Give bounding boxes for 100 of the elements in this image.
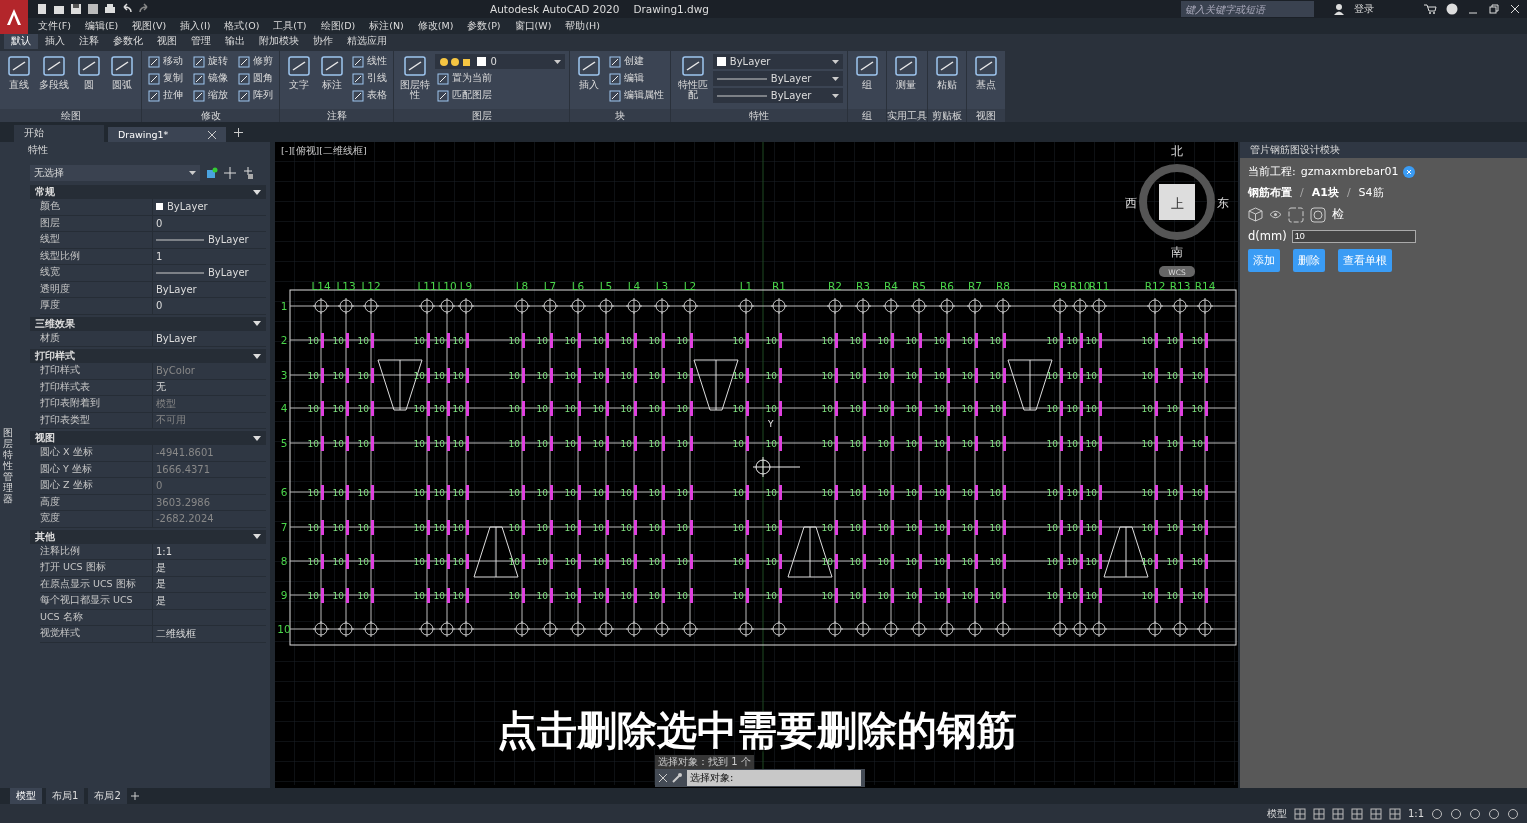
ribbon-tab[interactable]: 参数化 bbox=[106, 34, 150, 49]
rebar-mark[interactable] bbox=[1155, 554, 1158, 569]
panel-title[interactable]: 绘图 bbox=[0, 109, 141, 122]
rebar-mark[interactable] bbox=[550, 401, 553, 416]
rebar-mark[interactable] bbox=[891, 554, 894, 569]
ribbon-tool-button[interactable]: 特性匹配 bbox=[675, 54, 710, 109]
ribbon-tool-button[interactable]: 多段线 bbox=[37, 54, 71, 109]
section-header[interactable]: 其他 bbox=[30, 529, 266, 544]
rebar-mark[interactable] bbox=[1099, 436, 1102, 451]
rebar-mark[interactable] bbox=[522, 333, 525, 348]
property-value[interactable]: ByLayer bbox=[156, 332, 197, 344]
breadcrumb-item[interactable]: S4筋 bbox=[1358, 185, 1384, 200]
property-value[interactable]: 1 bbox=[156, 250, 163, 262]
rebar-mark[interactable] bbox=[863, 588, 866, 603]
rebar-mark[interactable] bbox=[662, 368, 665, 383]
panel-title[interactable]: 特性 bbox=[671, 109, 847, 122]
rebar-mark[interactable] bbox=[891, 485, 894, 500]
rebar-mark[interactable] bbox=[779, 588, 782, 603]
menu-item[interactable]: 格式(O) bbox=[224, 19, 260, 33]
rebar-mark[interactable] bbox=[447, 554, 450, 569]
rebar-mark[interactable] bbox=[919, 588, 922, 603]
frame-icon[interactable] bbox=[1288, 206, 1304, 223]
rebar-mark[interactable] bbox=[919, 485, 922, 500]
cube-icon[interactable] bbox=[1248, 207, 1263, 222]
panel-title[interactable]: 注释 bbox=[280, 109, 393, 122]
panel-title[interactable]: 图层 bbox=[394, 109, 570, 122]
ribbon-tool-button[interactable]: 缩放 bbox=[191, 88, 230, 103]
ribbon-tab[interactable]: 精选应用 bbox=[340, 34, 394, 49]
rebar-mark[interactable] bbox=[1060, 520, 1063, 535]
menu-item[interactable]: 标注(N) bbox=[369, 19, 404, 33]
rebar-mark[interactable] bbox=[447, 588, 450, 603]
close-icon[interactable] bbox=[1403, 165, 1416, 178]
rebar-mark[interactable] bbox=[835, 520, 838, 535]
rebar-mark[interactable] bbox=[662, 401, 665, 416]
rebar-mark[interactable] bbox=[919, 554, 922, 569]
rebar-mark[interactable] bbox=[1099, 554, 1102, 569]
folder-icon[interactable] bbox=[53, 3, 65, 15]
check-label[interactable]: 检 bbox=[1332, 206, 1344, 223]
rebar-mark[interactable] bbox=[662, 485, 665, 500]
rebar-mark[interactable] bbox=[1205, 485, 1208, 500]
rebar-mark[interactable] bbox=[947, 333, 950, 348]
rebar-mark[interactable] bbox=[371, 520, 374, 535]
rebar-mark[interactable] bbox=[947, 401, 950, 416]
cart-icon[interactable] bbox=[1423, 3, 1437, 15]
layout-tab[interactable]: 模型 bbox=[10, 788, 42, 804]
close-icon[interactable] bbox=[208, 130, 217, 139]
rebar-mark[interactable] bbox=[1080, 485, 1083, 500]
rebar-mark[interactable] bbox=[1099, 485, 1102, 500]
rebar-mark[interactable] bbox=[522, 520, 525, 535]
rebar-mark[interactable] bbox=[606, 436, 609, 451]
rebar-mark[interactable] bbox=[550, 368, 553, 383]
rebar-mark[interactable] bbox=[947, 368, 950, 383]
rebar-mark[interactable] bbox=[1060, 554, 1063, 569]
rebar-mark[interactable] bbox=[1155, 436, 1158, 451]
rebar-mark[interactable] bbox=[1180, 588, 1183, 603]
file-tab[interactable]: 开始 bbox=[14, 125, 104, 142]
save-as-icon[interactable] bbox=[87, 3, 99, 15]
rebar-mark[interactable] bbox=[522, 554, 525, 569]
property-value[interactable]: 0 bbox=[156, 300, 163, 312]
rebar-mark[interactable] bbox=[371, 485, 374, 500]
rebar-mark[interactable] bbox=[466, 436, 469, 451]
rebar-mark[interactable] bbox=[606, 554, 609, 569]
rebar-mark[interactable] bbox=[835, 485, 838, 500]
rebar-mark[interactable] bbox=[606, 520, 609, 535]
rebar-mark[interactable] bbox=[690, 368, 693, 383]
section-header[interactable]: 三维效果 bbox=[30, 316, 266, 331]
rebar-mark[interactable] bbox=[662, 554, 665, 569]
rebar-mark[interactable] bbox=[662, 436, 665, 451]
rebar-mark[interactable] bbox=[427, 333, 430, 348]
annotation-scale-button[interactable]: 1:1 bbox=[1407, 808, 1424, 819]
rebar-mark[interactable] bbox=[1099, 588, 1102, 603]
ribbon-tool-button[interactable]: 阵列 bbox=[236, 88, 275, 103]
section-header[interactable]: 视图 bbox=[30, 431, 266, 445]
rebar-mark[interactable] bbox=[606, 401, 609, 416]
rebar-mark[interactable] bbox=[1205, 401, 1208, 416]
ribbon-tab[interactable]: 默认 bbox=[4, 34, 38, 49]
ribbon-tool-button[interactable]: 图层特性 bbox=[398, 54, 433, 109]
rebar-mark[interactable] bbox=[690, 401, 693, 416]
rebar-mark[interactable] bbox=[371, 588, 374, 603]
rebar-mark[interactable] bbox=[690, 520, 693, 535]
search-field[interactable]: 键入关键字或短语 bbox=[1181, 1, 1314, 17]
rebar-mark[interactable] bbox=[1080, 520, 1083, 535]
rebar-mark[interactable] bbox=[1003, 401, 1006, 416]
rebar-mark[interactable] bbox=[947, 485, 950, 500]
rebar-mark[interactable] bbox=[1155, 333, 1158, 348]
breadcrumb-item[interactable]: 钢筋布置 bbox=[1248, 185, 1292, 200]
ribbon-tool-button[interactable]: 编辑 bbox=[607, 71, 667, 86]
ribbon-tool-button[interactable]: 修剪 bbox=[236, 54, 275, 69]
rebar-mark[interactable] bbox=[346, 485, 349, 500]
rebar-mark[interactable] bbox=[1080, 554, 1083, 569]
compass-label[interactable]: 西 bbox=[1125, 196, 1137, 210]
rebar-mark[interactable] bbox=[690, 436, 693, 451]
rebar-mark[interactable] bbox=[346, 554, 349, 569]
rebar-mark[interactable] bbox=[779, 436, 782, 451]
panel-title[interactable]: 剪贴板 bbox=[927, 109, 966, 122]
rebar-mark[interactable] bbox=[919, 401, 922, 416]
rebar-mark[interactable] bbox=[1205, 588, 1208, 603]
ribbon-tab[interactable]: 输出 bbox=[218, 34, 252, 49]
rebar-mark[interactable] bbox=[606, 368, 609, 383]
property-value[interactable]: 二维线框 bbox=[156, 626, 196, 641]
